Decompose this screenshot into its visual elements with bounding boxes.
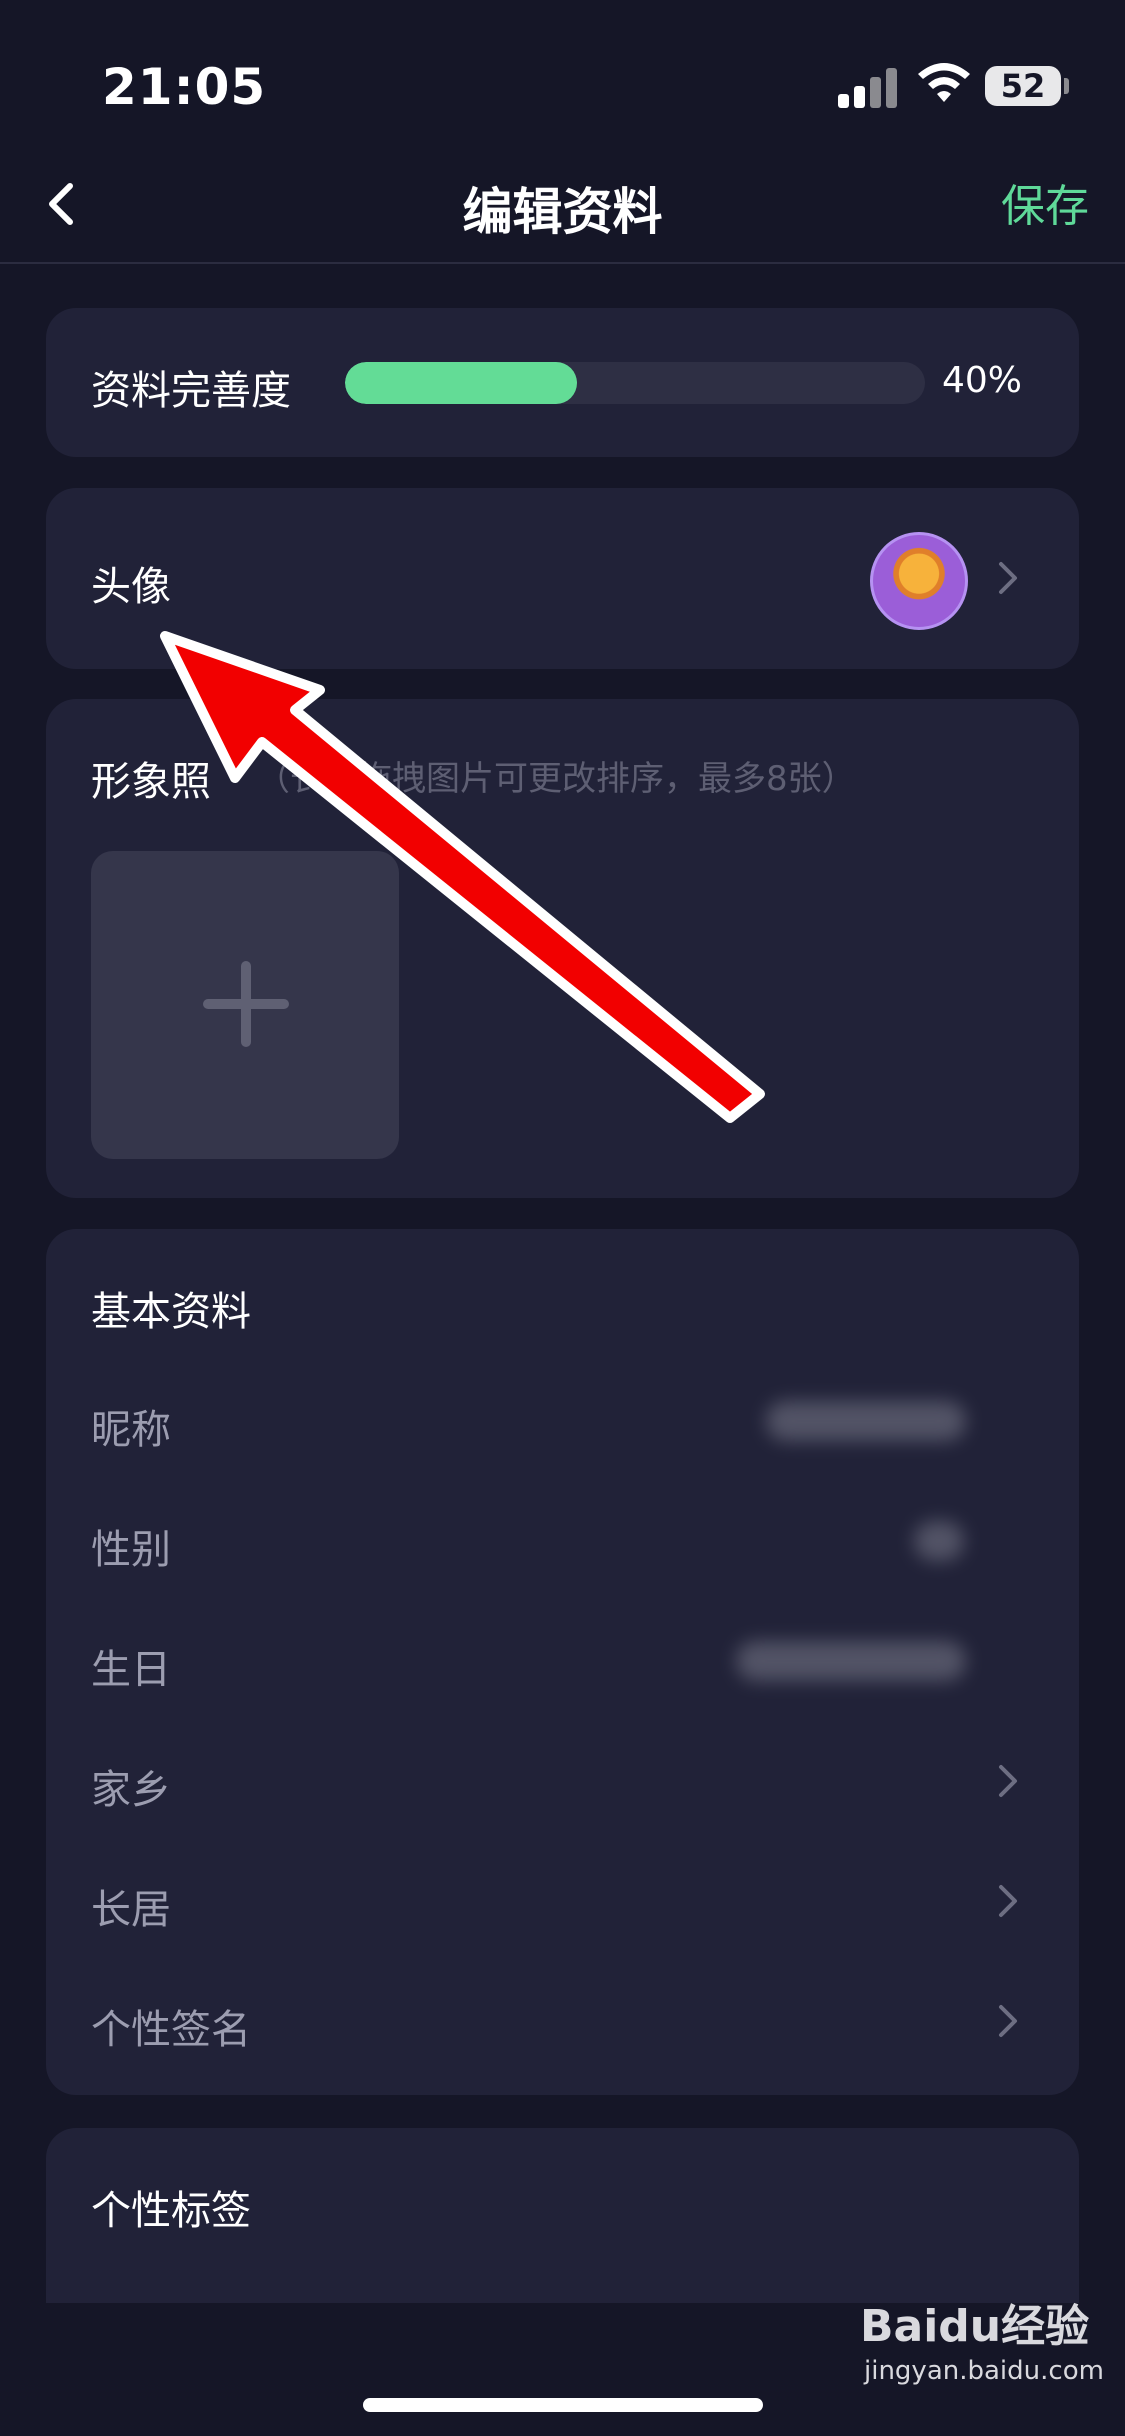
gender-label: 性别 xyxy=(91,1527,171,1573)
watermark-url: jingyan.baidu.com xyxy=(864,2356,1104,2386)
avatar xyxy=(870,532,968,630)
hometown-label: 家乡 xyxy=(91,1767,171,1813)
chevron-right-icon xyxy=(999,1765,1017,1797)
completeness-percent: 40% xyxy=(942,360,1023,401)
birthday-label: 生日 xyxy=(91,1647,171,1693)
completeness-label: 资料完善度 xyxy=(91,368,291,414)
watermark: Baidu经验 jingyan.baidu.com xyxy=(860,2290,1105,2400)
residence-label: 长居 xyxy=(91,1887,171,1933)
save-button[interactable]: 保存 xyxy=(1001,170,1089,234)
basic-info-card: 基本资料 昵称 性别 生日 家乡 长居 个性签名 xyxy=(46,1229,1079,2095)
completeness-card: 资料完善度 40% xyxy=(46,308,1079,457)
signature-label: 个性签名 xyxy=(91,2007,251,2053)
tags-card: 个性标签 xyxy=(46,2128,1079,2303)
page-title: 编辑资料 xyxy=(462,183,663,241)
chevron-right-icon xyxy=(999,1885,1017,1917)
add-photo-button[interactable] xyxy=(91,851,399,1159)
gender-value-blurred xyxy=(914,1521,964,1561)
avatar-row[interactable]: 头像 xyxy=(46,488,1079,669)
basic-info-title: 基本资料 xyxy=(91,1289,251,1335)
completeness-progress-bar xyxy=(345,362,925,404)
status-bar: 21:05 52 xyxy=(0,0,1125,150)
status-time: 21:05 xyxy=(102,58,267,116)
completeness-progress-fill xyxy=(345,362,577,404)
signal-icon xyxy=(838,64,898,108)
wifi-icon xyxy=(918,63,970,102)
birthday-value-blurred xyxy=(736,1641,966,1681)
photos-title: 形象照 xyxy=(91,759,211,805)
avatar-label: 头像 xyxy=(91,564,171,610)
chevron-right-icon xyxy=(999,562,1017,594)
nickname-value-blurred xyxy=(766,1401,966,1441)
photos-hint: （长按拖拽图片可更改排序，最多8张） xyxy=(256,759,856,799)
watermark-logo: Baidu经验 xyxy=(860,2301,1090,2352)
chevron-right-icon xyxy=(999,2005,1017,2037)
tags-title: 个性标签 xyxy=(91,2188,251,2234)
plus-icon-vertical xyxy=(241,961,251,1047)
home-indicator[interactable] xyxy=(363,2398,763,2412)
battery-icon: 52 xyxy=(985,66,1061,106)
photos-card: 形象照 （长按拖拽图片可更改排序，最多8张） xyxy=(46,699,1079,1198)
nav-bar: 编辑资料 保存 xyxy=(0,150,1125,264)
nickname-label: 昵称 xyxy=(91,1407,171,1453)
battery-tip xyxy=(1064,78,1069,94)
